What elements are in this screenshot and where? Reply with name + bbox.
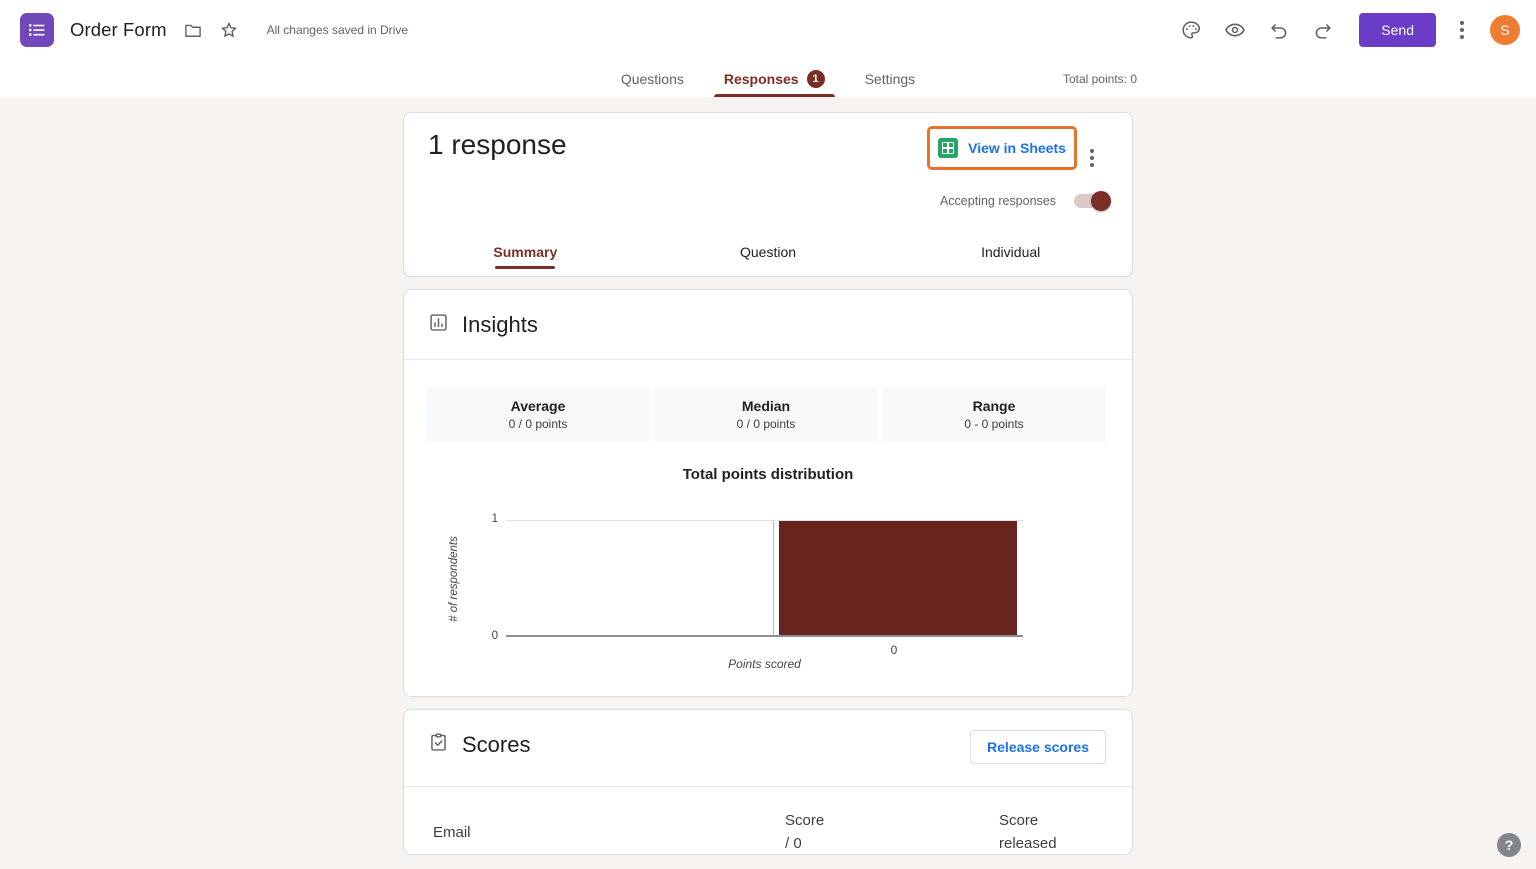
- insights-header: Insights: [404, 290, 1132, 360]
- accepting-responses-row: Accepting responses: [939, 191, 1111, 211]
- top-bar: Order Form All changes saved in Drive Se…: [0, 0, 1536, 60]
- undo-icon[interactable]: [1267, 18, 1291, 42]
- theme-palette-icon[interactable]: [1179, 18, 1203, 42]
- accepting-responses-toggle[interactable]: [1074, 191, 1111, 211]
- view-in-sheets-button[interactable]: View in Sheets: [938, 138, 1066, 158]
- column-header-score: Score / 0: [785, 812, 825, 852]
- preview-eye-icon[interactable]: [1223, 18, 1247, 42]
- chart-x-axis-label: Points scored: [728, 657, 801, 671]
- view-in-sheets-highlight-box: View in Sheets: [927, 126, 1077, 170]
- main-tab-bar: Questions Responses 1 Settings Total poi…: [0, 60, 1536, 97]
- column-header-score-released: Score released: [999, 812, 1057, 852]
- subtab-question[interactable]: Question: [647, 228, 890, 276]
- save-status: All changes saved in Drive: [266, 23, 408, 37]
- chart-plot-area: [506, 520, 1023, 637]
- send-button[interactable]: Send: [1359, 13, 1436, 47]
- scores-clipboard-check-icon: [428, 732, 449, 758]
- toggle-knob: [1091, 191, 1111, 211]
- total-points-label: Total points: 0: [1062, 71, 1137, 86]
- scores-title: Scores: [462, 732, 531, 757]
- insights-chart-icon: [428, 312, 449, 338]
- response-view-subtabs: Summary Question Individual: [404, 228, 1132, 276]
- page-content: 1 response View in Sheets Accepting resp…: [0, 97, 1536, 855]
- insights-title: Insights: [462, 312, 538, 337]
- subtab-summary[interactable]: Summary: [404, 228, 647, 276]
- move-folder-icon[interactable]: [183, 20, 203, 40]
- scores-card: Scores Release scores Email Score / 0 Sc…: [403, 709, 1133, 855]
- document-title[interactable]: Order Form: [70, 19, 167, 41]
- tab-questions[interactable]: Questions: [619, 60, 686, 97]
- insights-card: Insights Average 0 / 0 points Median 0 /…: [403, 289, 1133, 697]
- chart-title: Total points distribution: [682, 466, 854, 483]
- active-tab-underline: [713, 94, 835, 97]
- responses-count-badge: 1: [806, 69, 825, 88]
- stat-median: Median 0 / 0 points: [654, 386, 878, 442]
- insights-header-divider: [404, 359, 1132, 360]
- redo-icon[interactable]: [1311, 18, 1335, 42]
- column-header-email: Email: [433, 824, 471, 841]
- forms-logo-icon[interactable]: [20, 13, 54, 47]
- y-tick-1: 1: [491, 513, 498, 525]
- help-button[interactable]: ?: [1497, 833, 1521, 857]
- responses-more-options-icon[interactable]: [1080, 149, 1104, 167]
- account-avatar[interactable]: S: [1490, 15, 1520, 45]
- star-icon[interactable]: [219, 20, 239, 40]
- scores-header-divider: [404, 786, 1132, 787]
- chart-bar: [779, 521, 1017, 635]
- tab-settings[interactable]: Settings: [863, 60, 918, 97]
- tab-responses[interactable]: Responses 1: [713, 60, 835, 97]
- accepting-responses-label: Accepting responses: [939, 194, 1056, 208]
- stat-range: Range 0 - 0 points: [882, 386, 1106, 442]
- x-tick-0: 0: [890, 643, 898, 657]
- insights-stats-row: Average 0 / 0 points Median 0 / 0 points…: [426, 386, 1106, 442]
- response-count-title: 1 response: [428, 129, 567, 160]
- response-summary-card: 1 response View in Sheets Accepting resp…: [403, 112, 1133, 277]
- stat-average: Average 0 / 0 points: [426, 386, 650, 442]
- google-sheets-icon: [938, 138, 959, 158]
- chart-vertical-gridline: [773, 521, 774, 635]
- more-options-icon[interactable]: [1450, 21, 1474, 39]
- release-scores-button[interactable]: Release scores: [970, 730, 1106, 764]
- y-tick-0: 0: [491, 630, 498, 642]
- active-subtab-underline: [495, 265, 556, 269]
- subtab-individual[interactable]: Individual: [889, 228, 1132, 276]
- chart-y-axis-label: # of respondents: [448, 535, 461, 622]
